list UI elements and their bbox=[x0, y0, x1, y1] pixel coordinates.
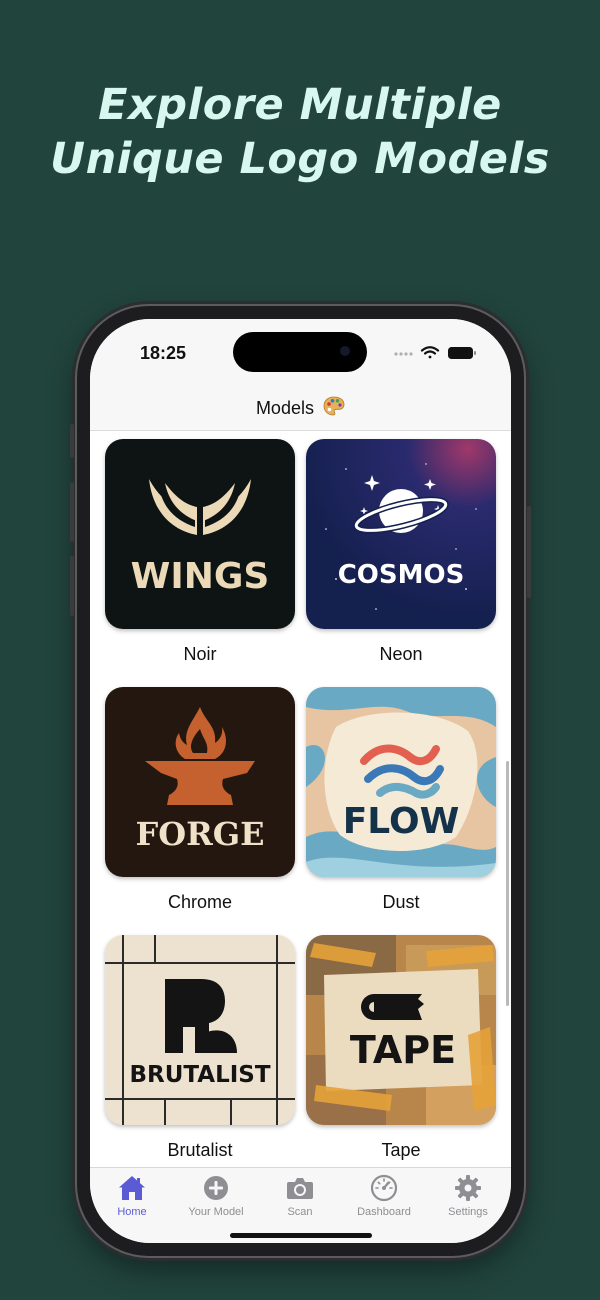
camera-icon bbox=[287, 1178, 313, 1199]
model-card-noir[interactable]: WINGS Noir bbox=[105, 439, 295, 665]
model-thumbnail: WINGS bbox=[105, 439, 295, 629]
status-time: 18:25 bbox=[140, 343, 187, 363]
power-button bbox=[527, 506, 531, 598]
model-thumbnail: FLOW bbox=[306, 687, 496, 877]
model-card-brutalist[interactable]: BRUTALIST Brutalist bbox=[105, 935, 295, 1161]
model-card-tape[interactable]: TAPE Tape bbox=[306, 935, 496, 1161]
model-card-dust[interactable]: FLOW Dust bbox=[306, 687, 496, 913]
tab-label: Dashboard bbox=[357, 1206, 411, 1218]
tab-label: Home bbox=[117, 1206, 147, 1218]
tab-label: Scan bbox=[287, 1206, 313, 1218]
tab-label: Settings bbox=[448, 1206, 488, 1218]
phone-frame: 18:25 Models WINGS Noir COSMOS Neon FORG… bbox=[70, 306, 531, 1256]
model-name: Chrome bbox=[167, 892, 233, 912]
svg-text:FLOW: FLOW bbox=[343, 801, 460, 842]
model-thumbnail: COSMOS bbox=[306, 439, 496, 629]
app-screen: 18:25 Models WINGS Noir COSMOS Neon FORG… bbox=[90, 319, 511, 1243]
gauge-icon bbox=[370, 1174, 398, 1202]
dynamic-island bbox=[233, 332, 367, 372]
headline-line-2: Unique Logo Models bbox=[50, 134, 550, 184]
status-icons bbox=[394, 346, 476, 359]
tab-bar: Home Your Model Scan Dashboard Settings bbox=[90, 1167, 511, 1243]
model-name: Noir bbox=[183, 644, 217, 664]
model-name: Dust bbox=[382, 892, 420, 912]
gear-icon bbox=[455, 1175, 481, 1201]
model-name: Neon bbox=[379, 644, 423, 664]
model-name: Brutalist bbox=[167, 1140, 233, 1160]
flow-logo: FLOW bbox=[306, 687, 496, 877]
wifi-icon bbox=[420, 346, 440, 359]
scrollbar[interactable] bbox=[506, 761, 509, 1006]
svg-text:TAPE: TAPE bbox=[350, 1028, 456, 1072]
battery-icon bbox=[448, 347, 476, 359]
volume-up-button bbox=[70, 482, 74, 542]
wings-logo: WINGS bbox=[105, 439, 295, 629]
tab-your-model[interactable]: Your Model bbox=[174, 1174, 258, 1218]
svg-text:BRUTALIST: BRUTALIST bbox=[129, 1062, 270, 1088]
cosmos-logo: COSMOS bbox=[306, 439, 496, 629]
model-thumbnail: BRUTALIST bbox=[105, 935, 295, 1125]
tab-settings[interactable]: Settings bbox=[426, 1174, 510, 1218]
palette-icon bbox=[323, 396, 345, 416]
svg-text:WINGS: WINGS bbox=[131, 556, 270, 597]
model-card-chrome[interactable]: FORGE Chrome bbox=[105, 687, 295, 913]
tape-logo: TAPE bbox=[306, 935, 496, 1125]
tab-dashboard[interactable]: Dashboard bbox=[342, 1174, 426, 1218]
model-thumbnail: FORGE bbox=[105, 687, 295, 877]
model-name: Tape bbox=[381, 1140, 421, 1160]
action-button bbox=[70, 424, 74, 458]
tab-scan[interactable]: Scan bbox=[258, 1174, 342, 1218]
promo-headline: Explore Multiple Unique Logo Models bbox=[0, 78, 600, 186]
svg-text:FORGE: FORGE bbox=[136, 815, 265, 853]
svg-text:COSMOS: COSMOS bbox=[338, 560, 465, 590]
models-grid: WINGS Noir COSMOS Neon FORGE Chrome FLOW… bbox=[90, 431, 511, 1167]
headline-line-1: Explore Multiple bbox=[98, 80, 502, 130]
signal-icon bbox=[394, 352, 413, 356]
model-card-neon[interactable]: COSMOS Neon bbox=[306, 439, 496, 665]
nav-header: Models bbox=[90, 391, 511, 431]
forge-logo: FORGE bbox=[105, 687, 295, 877]
tab-label: Your Model bbox=[188, 1206, 244, 1218]
plus-circle-icon bbox=[204, 1176, 228, 1200]
home-indicator[interactable] bbox=[230, 1233, 372, 1238]
volume-down-button bbox=[70, 556, 74, 616]
page-title: Models bbox=[255, 398, 314, 418]
status-bar: 18:25 bbox=[90, 319, 511, 399]
brutalist-logo: BRUTALIST bbox=[105, 935, 295, 1125]
house-icon bbox=[119, 1176, 145, 1200]
model-thumbnail: TAPE bbox=[306, 935, 496, 1125]
tab-home[interactable]: Home bbox=[90, 1174, 174, 1218]
